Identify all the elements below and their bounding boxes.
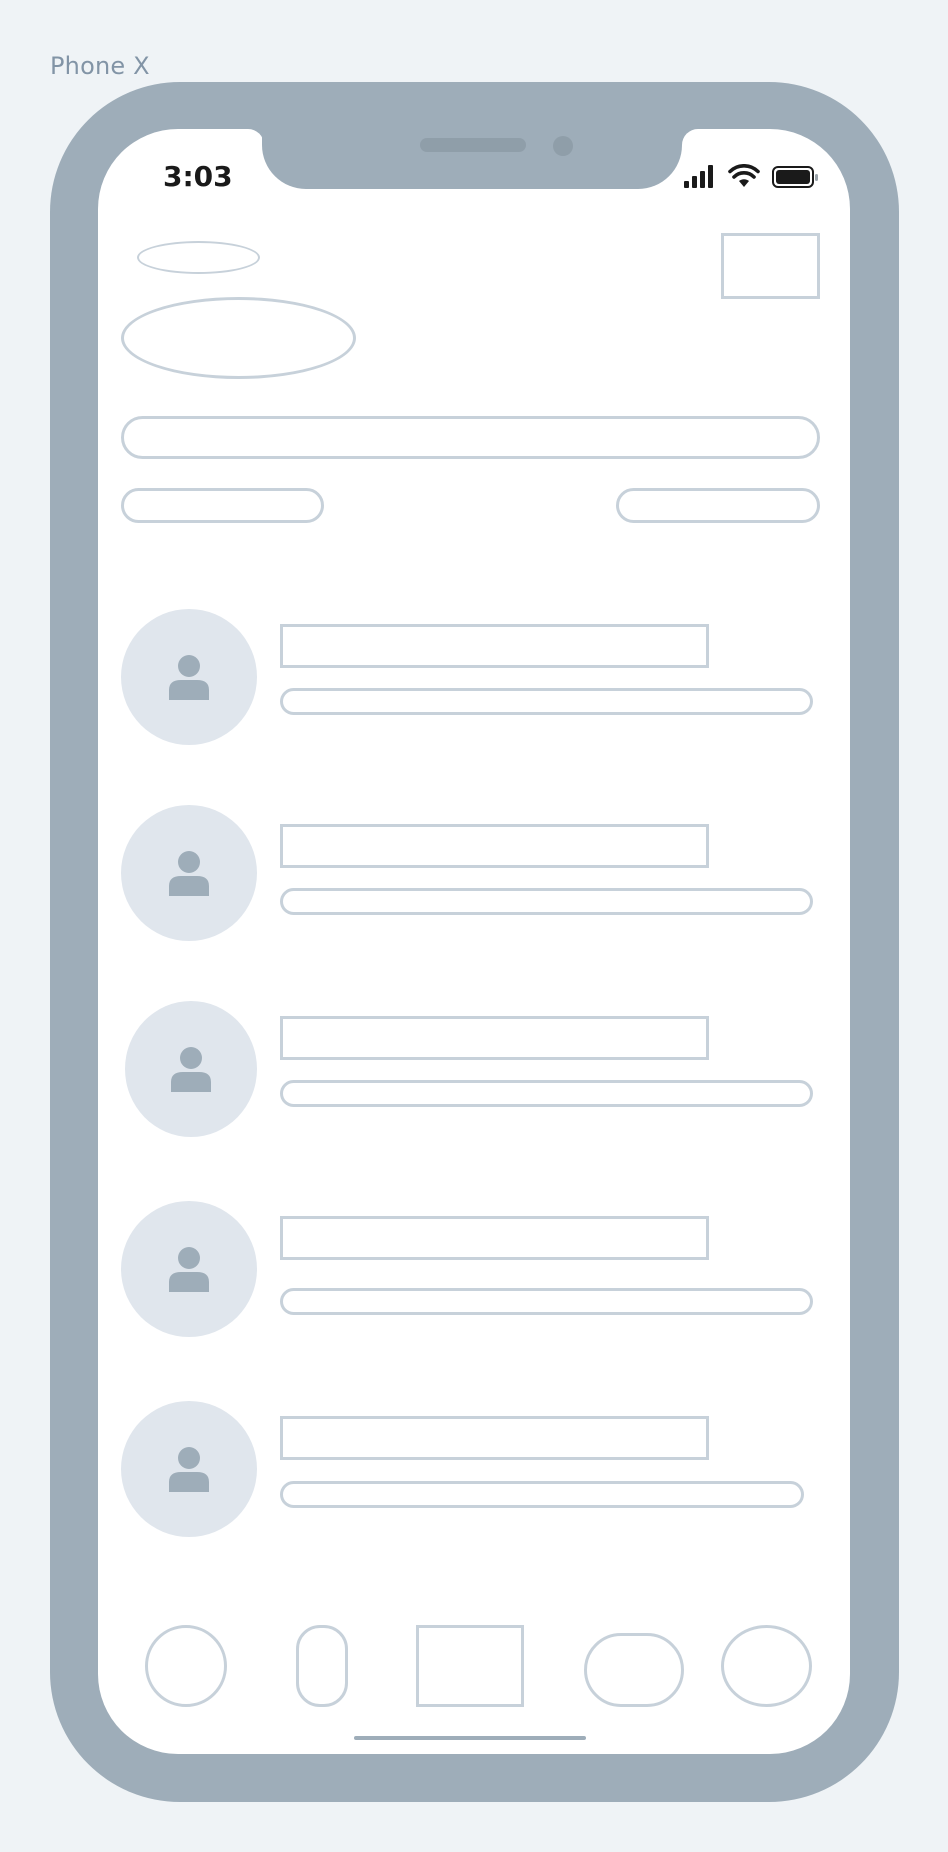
list-item[interactable] xyxy=(121,1401,821,1541)
search-input[interactable] xyxy=(121,416,820,459)
status-icons xyxy=(684,164,820,190)
list-item-subtitle xyxy=(280,688,813,715)
filter-button-left[interactable] xyxy=(121,488,324,523)
list-item-title xyxy=(280,1216,709,1260)
tab-3[interactable] xyxy=(416,1625,524,1707)
page-title xyxy=(121,297,356,379)
home-indicator[interactable] xyxy=(354,1736,586,1740)
list-item-title xyxy=(280,1416,709,1460)
front-camera xyxy=(553,136,573,156)
avatar xyxy=(125,1001,257,1137)
user-icon xyxy=(169,1247,209,1292)
battery-icon xyxy=(772,166,818,188)
user-icon xyxy=(169,851,209,896)
frame-label: Phone X xyxy=(50,52,150,80)
list-item[interactable] xyxy=(121,805,821,945)
filter-button-right[interactable] xyxy=(616,488,820,523)
tab-5[interactable] xyxy=(721,1625,812,1707)
avatar xyxy=(121,609,257,745)
user-icon xyxy=(169,1447,209,1492)
status-time: 3:03 xyxy=(163,160,233,193)
wifi-icon xyxy=(728,164,760,187)
list-item-subtitle xyxy=(280,1080,813,1107)
list-item-title xyxy=(280,1016,709,1060)
list-item-subtitle xyxy=(280,1288,813,1315)
avatar xyxy=(121,805,257,941)
avatar xyxy=(121,1201,257,1337)
signal-icon xyxy=(684,165,713,188)
list-item[interactable] xyxy=(125,1001,821,1141)
list-item-title xyxy=(280,624,709,668)
list-item-subtitle xyxy=(280,1481,804,1508)
speaker-grille xyxy=(420,138,526,152)
user-icon xyxy=(169,655,209,700)
list-item[interactable] xyxy=(121,1201,821,1341)
header-small-label xyxy=(137,241,260,274)
header-action-button[interactable] xyxy=(721,233,820,299)
user-icon xyxy=(171,1047,211,1092)
notch-corner-right xyxy=(682,129,698,145)
tab-4[interactable] xyxy=(584,1633,684,1707)
list-item[interactable] xyxy=(121,609,821,749)
list-item-subtitle xyxy=(280,888,813,915)
list-item-title xyxy=(280,824,709,868)
tab-1[interactable] xyxy=(145,1625,227,1707)
tab-2[interactable] xyxy=(296,1625,348,1707)
avatar xyxy=(121,1401,257,1537)
